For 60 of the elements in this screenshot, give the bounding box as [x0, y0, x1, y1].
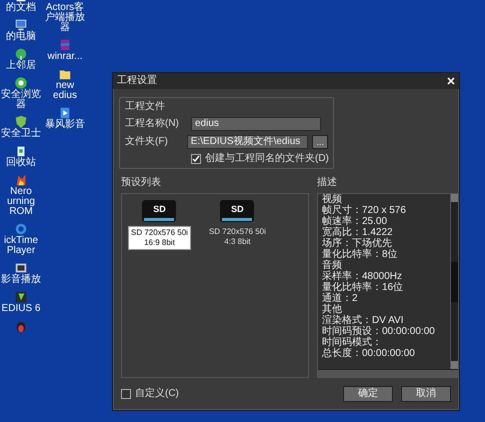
round-app-icon[interactable] [14, 76, 28, 90]
description-line: 通道：2 [322, 293, 359, 304]
icon-label: 回收站 [5, 158, 37, 168]
icon-label: ickTime Player [2, 236, 40, 256]
app-icon[interactable] [14, 319, 28, 333]
cancel-button[interactable]: 取消 [401, 386, 451, 402]
icon-label: Nero urning ROM [6, 187, 36, 217]
section-heading: 预设列表 [121, 177, 162, 189]
browse-button[interactable]: ... [312, 135, 328, 149]
description-line: 采样率：48000Hz [322, 271, 404, 282]
icon-label: EDIUS 6 [0, 304, 42, 314]
description-line: 其他 [322, 304, 342, 315]
close-icon[interactable] [447, 77, 455, 85]
description-line: 场序：下场优先 [322, 238, 393, 249]
input-field[interactable]: edius [191, 117, 321, 131]
preset-icon[interactable]: SD [220, 200, 254, 222]
description-line: 时间码模式： [322, 337, 383, 348]
icon-label: 安全卫士 [0, 129, 42, 139]
icon-label: 的电脑 [5, 32, 37, 42]
app-icon[interactable] [14, 290, 28, 304]
scrollbar[interactable] [318, 369, 458, 377]
preset-label[interactable]: SD 720x576 50i 16:9 8bit [128, 226, 191, 250]
description-line: 时间码预设：00:00:00:00 [322, 326, 436, 337]
section-heading: 描述 [317, 177, 338, 189]
input-field[interactable]: E:\EDIUS视频文件\edius [186, 135, 308, 149]
preset-label[interactable]: SD 720x576 50i 4:3 8bit [206, 226, 268, 248]
icon-label: 安全浏览器 [0, 90, 42, 110]
checkbox[interactable] [191, 154, 201, 164]
ok-button[interactable]: 确定 [343, 386, 393, 402]
scrollbar[interactable] [450, 194, 458, 369]
icon-label: 暴风影音 [44, 120, 86, 130]
icon-label: new edius [52, 81, 78, 101]
window-title: 工程设置 [117, 75, 157, 87]
player-icon[interactable] [14, 261, 28, 275]
icon-label: winrar... [46, 52, 84, 62]
field-label: 工程名称(N) [125, 118, 180, 130]
description-line: 渲染格式：DV AVI [322, 315, 404, 326]
description-line: 量化比特率：8位 [322, 249, 399, 260]
checkbox[interactable] [121, 389, 131, 399]
flame-icon[interactable] [14, 173, 28, 187]
description-line: 视频 [322, 194, 342, 205]
icon-label: 影音播放 [0, 275, 42, 285]
checkbox-label: 自定义(C) [135, 388, 179, 400]
shield-icon[interactable] [14, 115, 28, 129]
description-line: 帧速率：25.00 [322, 216, 388, 227]
description-line: 音频 [322, 260, 342, 271]
description-line: 宽高比：1.4222 [322, 227, 394, 238]
checkbox-label: 创建与工程同名的文件夹(D) [205, 153, 329, 165]
field-label: 文件夹(F) [125, 136, 169, 148]
preset-icon[interactable]: SD [142, 200, 176, 222]
icon-label: 的文档 [5, 3, 37, 13]
globe-icon[interactable] [14, 47, 28, 61]
description-line: 量化比特率：16位 [322, 282, 404, 293]
description-line: 帧尺寸：720 x 576 [322, 205, 407, 216]
description-line: 总长度：00:00:00:00 [322, 348, 416, 359]
icon-label: 上邻居 [5, 61, 37, 71]
group-title: 工程文件 [125, 101, 166, 113]
video-icon[interactable] [58, 106, 72, 120]
monitor-icon[interactable] [14, 18, 28, 32]
icon-label: Actors客户端播放器 [44, 3, 86, 33]
